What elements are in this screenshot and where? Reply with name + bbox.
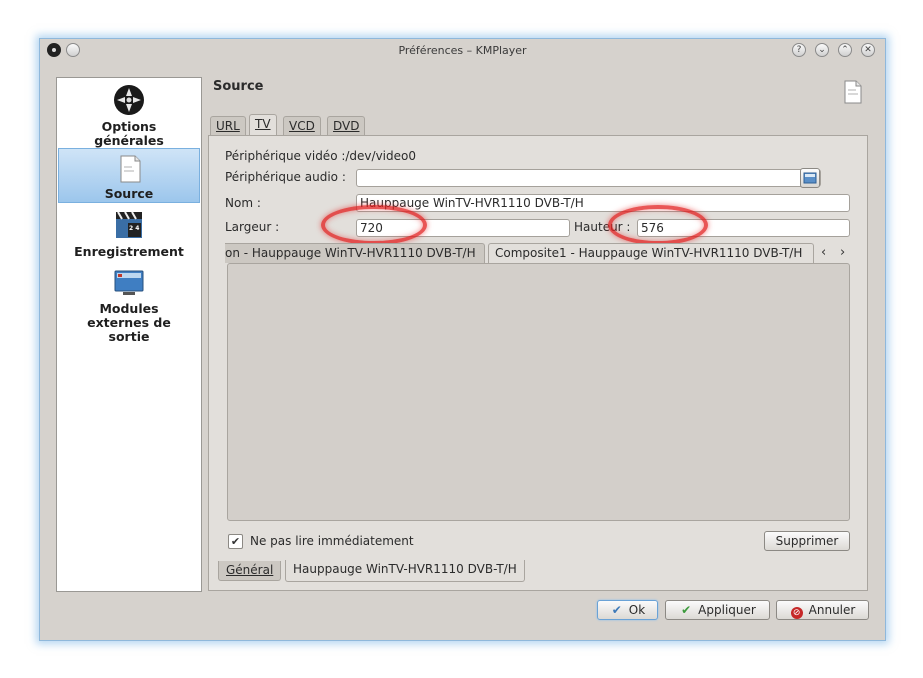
- sidebar-item-label: Source: [104, 186, 154, 201]
- tab-input-composite1[interactable]: Composite1 - Hauppauge WinTV-HVR1110 DVB…: [488, 243, 814, 263]
- category-sidebar: Options générales Source 2 4 Enregistrem…: [56, 77, 202, 592]
- ok-label: Ok: [628, 603, 646, 617]
- tab-label: DVD: [333, 119, 360, 133]
- maximize-icon[interactable]: ⌃: [838, 43, 852, 57]
- delete-button[interactable]: Supprimer: [764, 531, 850, 551]
- audio-device-field[interactable]: [356, 169, 821, 187]
- tab-dvd[interactable]: DVD: [327, 116, 366, 135]
- sidebar-item-output-plugins[interactable]: Modules externes de sortie: [58, 264, 200, 344]
- name-label: Nom :: [225, 196, 261, 210]
- tab-label: VCD: [289, 119, 315, 133]
- sidebar-item-recording[interactable]: 2 4 Enregistrement: [58, 205, 200, 260]
- sidebar-item-label: Options: [101, 119, 157, 134]
- width-label: Largeur :: [225, 220, 280, 234]
- no-play-label: Ne pas lire immédiatement: [250, 534, 414, 548]
- ok-button[interactable]: ✔ Ok: [597, 600, 658, 620]
- page-title: Source: [213, 79, 264, 94]
- sidebar-item-label: externes de: [87, 315, 171, 330]
- film-reel-icon: [114, 85, 144, 115]
- tab-vcd[interactable]: VCD: [283, 116, 321, 135]
- video-device-label: Périphérique vidéo :/dev/video0: [225, 149, 416, 163]
- tab-input-partial[interactable]: on - Hauppauge WinTV-HVR1110 DVB-T/H: [225, 243, 485, 263]
- chevron-left-icon[interactable]: ‹: [821, 245, 826, 260]
- document-icon: [844, 80, 862, 104]
- tab-url[interactable]: URL: [210, 116, 246, 135]
- tab-tv[interactable]: TV: [249, 114, 277, 135]
- apply-button[interactable]: ✔ Appliquer: [665, 600, 770, 620]
- help-icon[interactable]: ?: [792, 43, 806, 57]
- sidebar-item-label: sortie: [108, 329, 150, 344]
- apply-label: Appliquer: [698, 603, 756, 617]
- tab-label: URL: [216, 119, 240, 133]
- check-icon: ✔: [611, 603, 622, 617]
- title-bar: Préférences – KMPlayer ? ⌄ ⌃ ✕: [40, 39, 885, 63]
- preferences-window: Préférences – KMPlayer ? ⌄ ⌃ ✕ Options g…: [39, 38, 886, 641]
- tab-general[interactable]: Général: [218, 561, 282, 581]
- monitor-icon: [114, 270, 144, 295]
- tab-device[interactable]: Hauppauge WinTV-HVR1110 DVB-T/H: [285, 560, 525, 582]
- chevron-right-icon[interactable]: ›: [840, 245, 845, 260]
- sidebar-item-label: Enregistrement: [74, 244, 184, 259]
- height-highlight-ring: [608, 205, 708, 245]
- name-field[interactable]: Hauppauge WinTV-HVR1110 DVB-T/H: [356, 194, 850, 212]
- cancel-button[interactable]: ⊘ Annuler: [776, 600, 869, 620]
- sidebar-item-label: Modules: [99, 301, 159, 316]
- tab-label: Général: [226, 563, 274, 577]
- sidebar-item-label: générales: [94, 133, 164, 148]
- svg-text:2 4: 2 4: [129, 225, 139, 232]
- window-title: Préférences – KMPlayer: [398, 44, 527, 57]
- browse-button[interactable]: [800, 168, 820, 188]
- tab-label: TV: [255, 117, 271, 131]
- no-play-checkbox[interactable]: ✔: [228, 534, 243, 549]
- document-icon: [120, 155, 141, 183]
- check-icon: ✔: [681, 603, 692, 617]
- audio-device-label: Périphérique audio :: [225, 170, 346, 184]
- folder-icon: [803, 172, 817, 184]
- cancel-label: Annuler: [808, 603, 856, 617]
- cancel-icon: ⊘: [790, 601, 804, 619]
- minimize-icon[interactable]: ⌄: [815, 43, 829, 57]
- input-settings-panel: [227, 263, 850, 521]
- clapperboard-icon: 2 4: [116, 211, 142, 238]
- width-highlight-ring: [321, 205, 427, 245]
- sidebar-item-general-options[interactable]: Options générales: [58, 82, 200, 148]
- close-icon[interactable]: ✕: [861, 43, 875, 57]
- sidebar-item-source[interactable]: Source: [58, 148, 200, 203]
